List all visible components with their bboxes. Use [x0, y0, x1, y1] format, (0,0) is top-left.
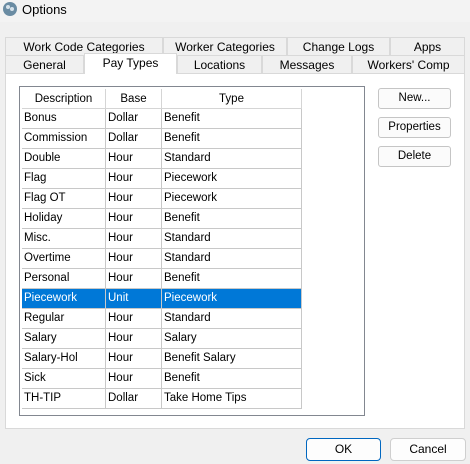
tab-apps[interactable]: Apps — [390, 37, 465, 56]
cell-type: Salary — [162, 329, 302, 349]
new-button[interactable]: New... — [378, 88, 451, 109]
cell-type: Standard — [162, 149, 302, 169]
cell-description: Flag OT — [22, 189, 106, 209]
cell-base: Dollar — [106, 109, 162, 129]
properties-button[interactable]: Properties — [378, 117, 451, 138]
cell-description: TH-TIP — [22, 389, 106, 409]
cell-type: Benefit — [162, 269, 302, 289]
cell-base: Hour — [106, 169, 162, 189]
cell-description: Misc. — [22, 229, 106, 249]
cell-base: Hour — [106, 309, 162, 329]
cell-type: Benefit — [162, 109, 302, 129]
cell-base: Hour — [106, 209, 162, 229]
cell-base: Unit — [106, 289, 162, 309]
cell-base: Hour — [106, 149, 162, 169]
table-row[interactable]: Overtime Hour Standard — [22, 249, 302, 269]
app-users-icon — [3, 2, 17, 16]
title-bar: Options — [0, 0, 470, 22]
cell-type: Piecework — [162, 189, 302, 209]
cell-type: Standard — [162, 309, 302, 329]
cell-type: Piecework — [162, 169, 302, 189]
table-row[interactable]: Bonus Dollar Benefit — [22, 109, 302, 129]
table-row[interactable]: Sick Hour Benefit — [22, 369, 302, 389]
cancel-button[interactable]: Cancel — [390, 438, 466, 461]
table-row[interactable]: Piecework Unit Piecework — [22, 289, 302, 309]
cell-type: Piecework — [162, 289, 302, 309]
column-header-type[interactable]: Type — [162, 89, 302, 109]
cell-base: Dollar — [106, 129, 162, 149]
tab-general[interactable]: General — [5, 55, 84, 74]
ok-button[interactable]: OK — [306, 438, 381, 461]
table-row[interactable]: Misc. Hour Standard — [22, 229, 302, 249]
cell-description: Personal — [22, 269, 106, 289]
column-header-description[interactable]: Description — [22, 89, 106, 109]
cell-type: Benefit Salary — [162, 349, 302, 369]
list-header: Description Base Type — [22, 89, 302, 109]
table-row[interactable]: Holiday Hour Benefit — [22, 209, 302, 229]
table-row[interactable]: Double Hour Standard — [22, 149, 302, 169]
table-row[interactable]: Flag OT Hour Piecework — [22, 189, 302, 209]
cell-type: Standard — [162, 249, 302, 269]
cell-type: Benefit — [162, 209, 302, 229]
table-row[interactable]: Regular Hour Standard — [22, 309, 302, 329]
pay-types-list[interactable]: Description Base Type Bonus Dollar Benefit… — [19, 86, 365, 416]
cell-base: Hour — [106, 189, 162, 209]
cell-base: Hour — [106, 349, 162, 369]
cell-description: Commission — [22, 129, 106, 149]
cell-type: Benefit — [162, 129, 302, 149]
cell-base: Hour — [106, 269, 162, 289]
cell-base: Hour — [106, 229, 162, 249]
cell-base: Hour — [106, 249, 162, 269]
tab-change-logs[interactable]: Change Logs — [287, 37, 390, 56]
tab-locations[interactable]: Locations — [177, 55, 262, 74]
cell-description: Overtime — [22, 249, 106, 269]
cell-description: Flag — [22, 169, 106, 189]
cell-base: Dollar — [106, 389, 162, 409]
cell-base: Hour — [106, 329, 162, 349]
cell-description: Piecework — [22, 289, 106, 309]
cell-description: Bonus — [22, 109, 106, 129]
tab-pay-types[interactable]: Pay Types — [84, 53, 177, 74]
tab-worker-categories[interactable]: Worker Categories — [163, 37, 287, 56]
window-title: Options — [22, 2, 67, 17]
cell-type: Benefit — [162, 369, 302, 389]
cell-base: Hour — [106, 369, 162, 389]
cell-description: Sick — [22, 369, 106, 389]
column-header-base[interactable]: Base — [106, 89, 162, 109]
list-rows: Bonus Dollar Benefit Commission Dollar Benefi… — [22, 109, 302, 409]
tab-messages[interactable]: Messages — [262, 55, 352, 74]
table-row[interactable]: TH-TIP Dollar Take Home Tips — [22, 389, 302, 409]
delete-button[interactable]: Delete — [378, 146, 451, 167]
cell-description: Salary — [22, 329, 106, 349]
cell-description: Salary-Hol — [22, 349, 106, 369]
cell-type: Take Home Tips — [162, 389, 302, 409]
table-row[interactable]: Commission Dollar Benefit — [22, 129, 302, 149]
table-row[interactable]: Salary Hour Salary — [22, 329, 302, 349]
cell-description: Regular — [22, 309, 106, 329]
cell-type: Standard — [162, 229, 302, 249]
cell-description: Double — [22, 149, 106, 169]
cell-description: Holiday — [22, 209, 106, 229]
table-row[interactable]: Flag Hour Piecework — [22, 169, 302, 189]
tab-workers-comp[interactable]: Workers' Comp — [352, 55, 465, 74]
table-row[interactable]: Salary-Hol Hour Benefit Salary — [22, 349, 302, 369]
table-row[interactable]: Personal Hour Benefit — [22, 269, 302, 289]
